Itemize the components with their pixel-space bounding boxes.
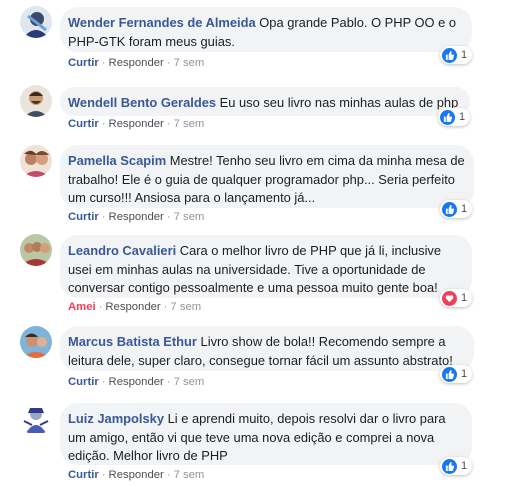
separator: ·: [166, 211, 171, 223]
avatar[interactable]: [20, 85, 52, 117]
comment-bubble: Wendell Bento Geraldes Eu uso seu livro …: [60, 87, 470, 116]
comment-actions: Curtir · Responder · 7 sem: [68, 469, 204, 481]
like-icon: [442, 201, 457, 217]
like-button[interactable]: Curtir: [68, 211, 99, 223]
reaction-number: 1: [461, 292, 468, 304]
love-button[interactable]: Amei: [68, 301, 96, 313]
comment-author[interactable]: Wender Fernandes de Almeida: [68, 15, 256, 30]
reaction-count[interactable]: 1: [440, 289, 473, 307]
timestamp[interactable]: 7 sem: [174, 118, 205, 130]
reaction-number: 1: [459, 111, 466, 123]
comment-text: Eu uso seu livro nas minhas aulas de php: [216, 95, 459, 110]
reaction-number: 1: [461, 203, 468, 215]
avatar[interactable]: [20, 234, 52, 266]
like-icon: [442, 47, 457, 63]
timestamp[interactable]: 7 sem: [174, 469, 205, 481]
reply-button[interactable]: Responder: [109, 376, 164, 388]
reaction-number: 1: [461, 368, 468, 380]
separator: ·: [101, 469, 106, 481]
comment-bubble: Wender Fernandes de Almeida Opa grande P…: [60, 7, 472, 52]
timestamp[interactable]: 7 sem: [174, 376, 205, 388]
reaction-count[interactable]: 1: [440, 457, 473, 475]
separator: ·: [101, 57, 106, 69]
separator: ·: [166, 469, 171, 481]
like-icon: [440, 109, 455, 125]
comment-actions: Curtir · Responder · 7 sem: [68, 57, 204, 69]
reaction-number: 1: [461, 460, 468, 472]
reaction-count[interactable]: 1: [440, 46, 473, 64]
reply-button[interactable]: Responder: [109, 57, 164, 69]
comment-actions: Curtir · Responder · 7 sem: [68, 376, 204, 388]
like-icon: [442, 366, 457, 382]
comment-bubble: Pamella Scapim Mestre! Tenho seu livro e…: [60, 145, 474, 208]
separator: ·: [166, 57, 171, 69]
reaction-count[interactable]: 1: [440, 200, 473, 218]
separator: ·: [166, 376, 171, 388]
like-button[interactable]: Curtir: [68, 118, 99, 130]
separator: ·: [163, 301, 168, 313]
separator: ·: [166, 118, 171, 130]
avatar[interactable]: [20, 403, 52, 435]
comment-actions: Curtir · Responder · 7 sem: [68, 118, 204, 130]
avatar[interactable]: [20, 326, 52, 358]
timestamp[interactable]: 7 sem: [170, 301, 201, 313]
comment-bubble: Leandro Cavalieri Cara o melhor livro de…: [60, 235, 472, 298]
reply-button[interactable]: Responder: [109, 469, 164, 481]
comment-bubble: Marcus Batista Ethur Livro show de bola!…: [60, 326, 474, 371]
like-button[interactable]: Curtir: [68, 57, 99, 69]
comment-author[interactable]: Marcus Batista Ethur: [68, 334, 197, 349]
separator: ·: [98, 301, 103, 313]
avatar[interactable]: [20, 145, 52, 177]
heart-icon: [442, 290, 457, 306]
comment-author[interactable]: Pamella Scapim: [68, 153, 166, 168]
timestamp[interactable]: 7 sem: [174, 57, 205, 69]
comment-actions: Amei · Responder · 7 sem: [68, 301, 201, 313]
reaction-count[interactable]: 1: [438, 108, 471, 126]
separator: ·: [101, 118, 106, 130]
timestamp[interactable]: 7 sem: [174, 211, 205, 223]
like-button[interactable]: Curtir: [68, 469, 99, 481]
comment-bubble: Luiz Jampolsky Li e aprendi muito, depoi…: [60, 403, 472, 465]
like-icon: [442, 458, 457, 474]
comment-actions: Curtir · Responder · 7 sem: [68, 211, 204, 223]
separator: ·: [101, 376, 106, 388]
comment-author[interactable]: Leandro Cavalieri: [68, 243, 176, 258]
reply-button[interactable]: Responder: [109, 118, 164, 130]
avatar[interactable]: [20, 6, 52, 38]
reaction-number: 1: [461, 49, 468, 61]
like-button[interactable]: Curtir: [68, 376, 99, 388]
comment-author[interactable]: Wendell Bento Geraldes: [68, 95, 216, 110]
reaction-count[interactable]: 1: [440, 365, 473, 383]
separator: ·: [101, 211, 106, 223]
reply-button[interactable]: Responder: [105, 301, 160, 313]
comment-author[interactable]: Luiz Jampolsky: [68, 411, 164, 426]
reply-button[interactable]: Responder: [109, 211, 164, 223]
